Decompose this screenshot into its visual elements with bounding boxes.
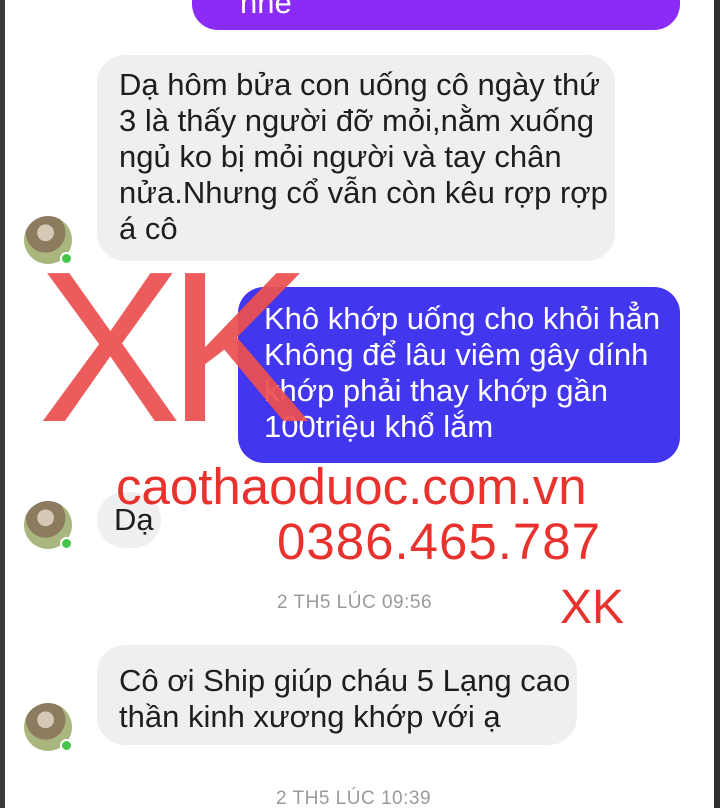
message-line: thần kinh xương khớp với ạ	[119, 699, 501, 734]
message-line: 3 là thấy người đỡ mỏi,nằm xuống	[119, 103, 594, 138]
message-line: Khô khớp uống cho khỏi hẳn	[264, 301, 661, 336]
message-text: nhé	[240, 0, 292, 20]
watermark-xk-small: XK	[560, 581, 625, 634]
message-line: 100triệu khổ lắm	[264, 409, 494, 444]
message-timestamp: 2 TH5 LÚC 09:56	[277, 592, 433, 613]
outgoing-message-partial[interactable]: nhé	[192, 0, 680, 30]
contact-avatar[interactable]	[24, 501, 73, 550]
watermark-phone: 0386.465.787	[277, 513, 601, 570]
message-timestamp: 2 TH5 LÚC 10:39	[276, 788, 432, 808]
message-line: nửa.Nhưng cổ vẫn còn kêu rợp rợp	[119, 175, 608, 210]
message-line: Dạ hôm bửa con uống cô ngày thứ	[119, 67, 600, 102]
message-line: Cô ơi Ship giúp cháu 5 Lạng cao	[119, 663, 571, 698]
message-line: Không để lâu viêm gây dính	[264, 337, 649, 372]
message-line: ngủ ko bị mỏi người và tay chân	[119, 139, 562, 174]
online-status-dot	[60, 537, 73, 550]
watermark-website: caothaoduoc.com.vn	[116, 458, 587, 515]
screen-border-left	[0, 0, 5, 808]
online-status-dot	[60, 739, 73, 752]
outgoing-message[interactable]: Khô khớp uống cho khỏi hẳn Không để lâu …	[238, 287, 680, 463]
screen-border-right	[714, 0, 720, 808]
watermark-xk-large: XK	[38, 226, 311, 467]
contact-avatar[interactable]	[24, 703, 73, 752]
message-line: khớp phải thay khớp gần	[264, 373, 608, 408]
incoming-message[interactable]: Cô ơi Ship giúp cháu 5 Lạng cao thần kin…	[97, 645, 577, 745]
